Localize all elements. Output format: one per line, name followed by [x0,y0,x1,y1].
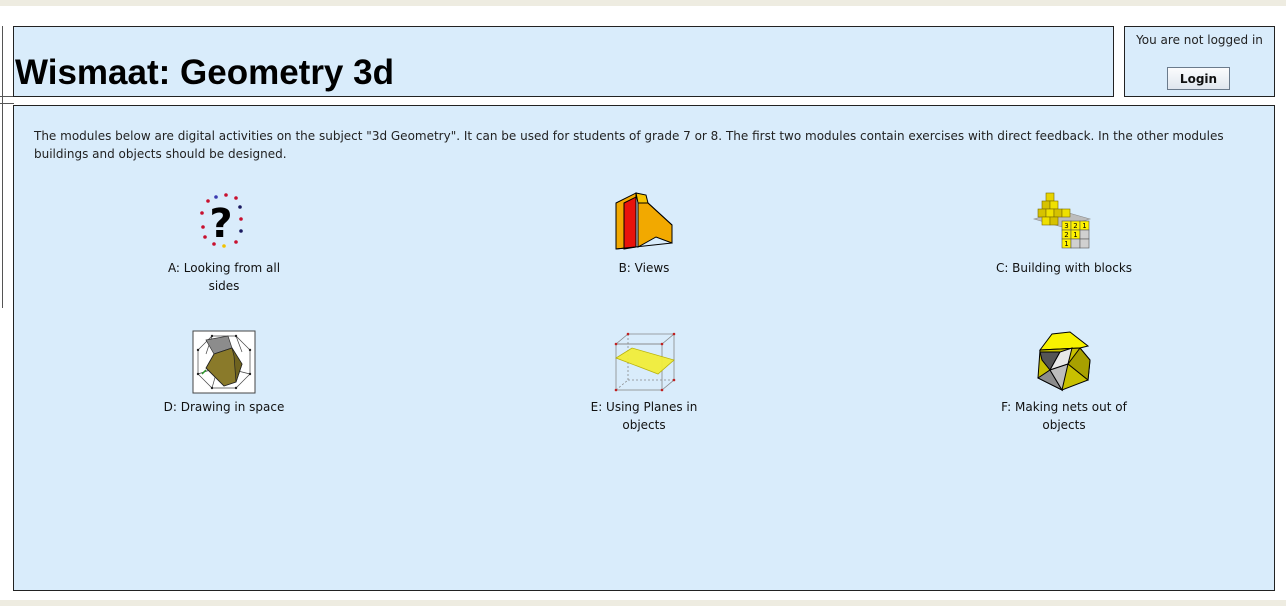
login-status-text: You are not logged in [1136,33,1263,47]
page: Wismaat: Geometry 3d You are not logged … [0,6,1286,600]
question-mark-icon[interactable]: ? [192,191,256,255]
svg-text:2: 2 [1073,222,1077,230]
svg-text:1: 1 [1082,222,1086,230]
page-title: Wismaat: Geometry 3d [15,53,394,92]
module-a-link[interactable]: ? A: Looking from all sides [154,191,294,295]
module-label: B: Views [618,261,670,275]
module-c-link[interactable]: 321 21 1 C: Building with blocks [994,191,1134,277]
cube-plane-icon[interactable] [612,330,676,394]
login-button[interactable]: Login [1167,67,1230,90]
block-staircase-icon[interactable]: 321 21 1 [1032,191,1096,255]
left-divider [2,26,3,308]
module-e-link[interactable]: E: Using Planes in objects [574,330,714,434]
svg-text:3: 3 [1064,222,1068,230]
svg-text:2: 2 [1064,231,1068,239]
module-label: F: Making nets out of objects [1001,400,1127,432]
login-panel: You are not logged in Login [1124,26,1275,97]
red-yellow-block-icon[interactable] [612,191,676,255]
svg-text:1: 1 [1064,240,1068,248]
module-d-link[interactable]: D: Drawing in space [154,330,294,416]
svg-text:?: ? [209,201,232,247]
module-label: A: Looking from all sides [167,261,281,293]
left-divider [0,103,14,104]
module-label: D: Drawing in space [163,400,285,414]
folded-net-icon[interactable] [1032,330,1096,394]
module-f-link[interactable]: F: Making nets out of objects [994,330,1134,434]
polyhedron-drawing-icon[interactable] [192,330,256,394]
module-label: E: Using Planes in objects [590,400,698,432]
module-b-link[interactable]: B: Views [574,191,714,277]
svg-text:1: 1 [1073,231,1077,239]
content-panel: The modules below are digital activities… [13,105,1275,591]
intro-text: The modules below are digital activities… [34,129,1224,161]
module-label: C: Building with blocks [995,261,1133,275]
left-divider [0,96,14,97]
header-panel: Wismaat: Geometry 3d [13,26,1114,97]
